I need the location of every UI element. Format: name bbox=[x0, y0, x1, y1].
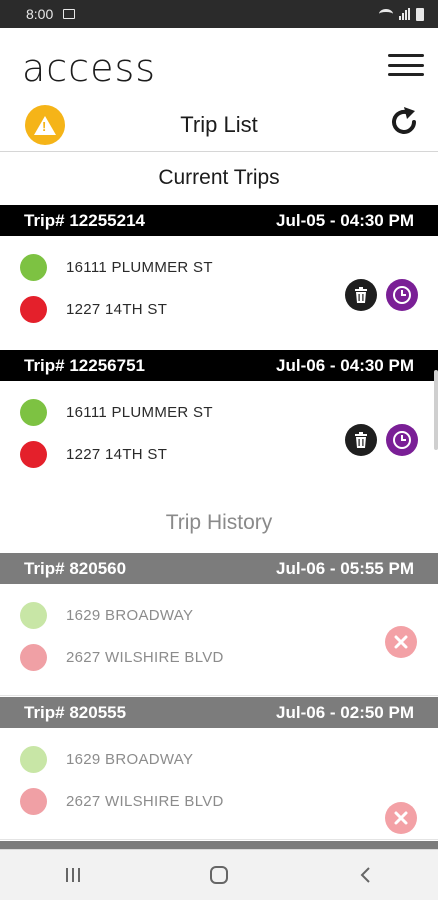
battery-icon bbox=[416, 7, 424, 21]
x-mark-icon bbox=[394, 635, 408, 649]
pickup-dot-icon bbox=[20, 746, 47, 773]
trip-datetime: Jul-06 - 05:55 PM bbox=[276, 558, 414, 578]
x-mark-icon bbox=[394, 811, 408, 825]
status-icons bbox=[379, 7, 424, 21]
signal-icon bbox=[399, 8, 410, 20]
trip-body: 16111 PLUMMER ST 1227 14TH ST bbox=[0, 381, 438, 493]
pickup-stop: 16111 PLUMMER ST bbox=[20, 254, 213, 281]
current-trip-card[interactable]: Trip# 12256751 Jul-06 - 04:30 PM 16111 P… bbox=[0, 350, 438, 493]
refresh-icon[interactable] bbox=[386, 104, 422, 140]
dropoff-dot-icon bbox=[20, 644, 47, 671]
pickup-dot-icon bbox=[20, 254, 47, 281]
message-icon bbox=[63, 9, 76, 19]
recent-apps-icon[interactable] bbox=[43, 855, 103, 895]
trip-header: Trip# 820555 Jul-06 - 02:50 PM bbox=[0, 697, 438, 728]
app-header: access Trip List bbox=[0, 28, 438, 152]
pickup-address: 16111 PLUMMER ST bbox=[66, 259, 213, 276]
scroll-indicator[interactable] bbox=[434, 370, 438, 450]
trip-number: Trip# 820560 bbox=[24, 558, 127, 578]
dropoff-stop: 1227 14TH ST bbox=[20, 441, 167, 468]
dropoff-address: 2627 WILSHIRE BLVD bbox=[66, 793, 224, 810]
cancel-icon[interactable] bbox=[385, 626, 417, 658]
trip-body: 1629 BROADWAY 2627 WILSHIRE BLVD bbox=[0, 584, 438, 696]
clock-icon bbox=[393, 286, 411, 304]
trip-body: 1629 BROADWAY 2627 WILSHIRE BLVD bbox=[0, 728, 438, 840]
home-icon[interactable] bbox=[189, 855, 249, 895]
page-title: Trip List bbox=[180, 112, 258, 137]
current-trip-card[interactable]: Trip# 12255214 Jul-05 - 04:30 PM 16111 P… bbox=[0, 205, 438, 348]
dropoff-address: 1227 14TH ST bbox=[66, 446, 168, 463]
pickup-stop: 16111 PLUMMER ST bbox=[20, 399, 213, 426]
dropoff-address: 1227 14TH ST bbox=[66, 301, 168, 318]
pickup-address: 1629 BROADWAY bbox=[66, 607, 194, 624]
trash-icon bbox=[355, 432, 367, 448]
dropoff-address: 2627 WILSHIRE BLVD bbox=[66, 649, 224, 666]
dropoff-stop: 1227 14TH ST bbox=[20, 296, 167, 323]
pickup-dot-icon bbox=[20, 602, 47, 629]
menu-icon[interactable] bbox=[388, 54, 424, 76]
current-trips-heading: Current Trips bbox=[158, 166, 280, 189]
delete-trip-button[interactable] bbox=[345, 279, 377, 311]
history-trip-card[interactable]: Trip# 820555 Jul-06 - 02:50 PM 1629 BROA… bbox=[0, 697, 438, 840]
history-trip-card[interactable]: Trip# 820560 Jul-06 - 05:55 PM 1629 BROA… bbox=[0, 553, 438, 696]
trip-time-button[interactable] bbox=[386, 279, 418, 311]
delete-trip-button[interactable] bbox=[345, 424, 377, 456]
back-icon[interactable] bbox=[335, 855, 395, 895]
trip-time-button[interactable] bbox=[386, 424, 418, 456]
clock-icon bbox=[393, 431, 411, 449]
pickup-address: 16111 PLUMMER ST bbox=[66, 404, 213, 421]
pickup-stop: 1629 BROADWAY bbox=[20, 746, 193, 773]
trip-datetime: Jul-06 - 04:30 PM bbox=[276, 355, 414, 375]
dropoff-stop: 2627 WILSHIRE BLVD bbox=[20, 788, 224, 815]
trip-number: Trip# 12255214 bbox=[24, 210, 145, 230]
trip-number: Trip# 820555 bbox=[24, 702, 127, 722]
app-logo: access bbox=[22, 46, 157, 90]
status-bar: 8:00 bbox=[0, 0, 438, 28]
trip-history-heading: Trip History bbox=[165, 511, 273, 534]
status-time: 8:00 bbox=[26, 6, 54, 22]
trip-number: Trip# 12256751 bbox=[24, 355, 145, 375]
trash-icon bbox=[355, 287, 367, 303]
trip-header: Trip# 12256751 Jul-06 - 04:30 PM bbox=[0, 350, 438, 381]
dropoff-dot-icon bbox=[20, 788, 47, 815]
wifi-icon bbox=[379, 9, 393, 19]
pickup-dot-icon bbox=[20, 399, 47, 426]
trip-header: Trip# 12255214 Jul-05 - 04:30 PM bbox=[0, 205, 438, 236]
dropoff-dot-icon bbox=[20, 296, 47, 323]
trip-body: 16111 PLUMMER ST 1227 14TH ST bbox=[0, 236, 438, 348]
pickup-address: 1629 BROADWAY bbox=[66, 751, 194, 768]
trip-datetime: Jul-06 - 02:50 PM bbox=[276, 702, 414, 722]
system-nav-bar bbox=[0, 849, 438, 900]
trip-header: Trip# 820560 Jul-06 - 05:55 PM bbox=[0, 553, 438, 584]
cancel-icon[interactable] bbox=[385, 802, 417, 834]
dropoff-dot-icon bbox=[20, 441, 47, 468]
dropoff-stop: 2627 WILSHIRE BLVD bbox=[20, 644, 224, 671]
next-trip-header-edge bbox=[0, 841, 438, 849]
pickup-stop: 1629 BROADWAY bbox=[20, 602, 193, 629]
trip-datetime: Jul-05 - 04:30 PM bbox=[276, 210, 414, 230]
